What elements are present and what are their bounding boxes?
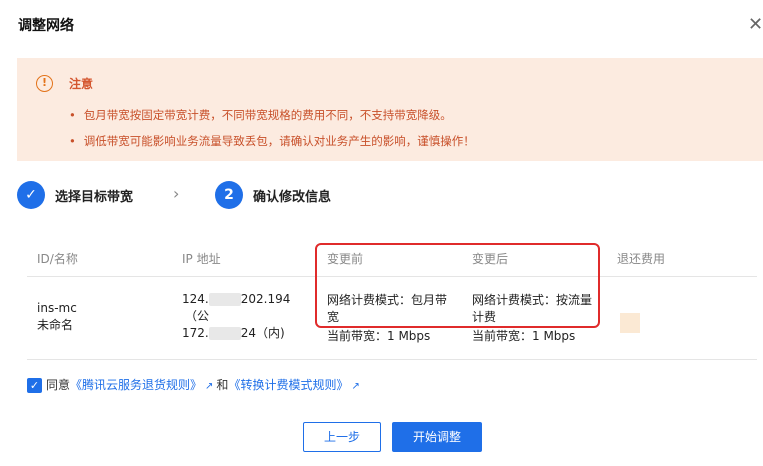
masked-region — [208, 293, 241, 306]
masked-region — [208, 327, 241, 340]
refund-rules-link[interactable]: 《腾讯云服务退货规则》 — [70, 378, 202, 392]
external-link-icon[interactable]: ↗ — [205, 381, 213, 392]
instance-id-cell: ins-mc 未命名 — [37, 300, 77, 334]
public-ip-end: 202.194 — [240, 292, 291, 306]
private-ip: 172. 24（内) — [182, 325, 290, 342]
step-1-check-icon: ✓ — [17, 181, 45, 209]
stepper: ✓ 选择目标带宽 › 2 确认修改信息 — [17, 181, 417, 209]
before-bandwidth: 当前带宽：1 Mbps — [327, 329, 431, 343]
exclamation-circle-icon: ! — [36, 75, 53, 92]
private-ip-end: 24（内) — [240, 326, 285, 340]
header-id-name: ID/名称 — [37, 252, 78, 266]
previous-step-button[interactable]: 上一步 — [303, 422, 381, 452]
public-ip-note: （公 — [185, 309, 210, 323]
header-refund: 退还费用 — [617, 252, 666, 266]
public-ip: 124. 202.194 — [182, 291, 290, 308]
agreement-row: ✓ 同意《腾讯云服务退货规则》 ↗ 和《转换计费模式规则》 ↗ — [27, 376, 363, 393]
step-2-number: 2 — [215, 181, 243, 209]
dialog-title: 调整网络 — [18, 18, 74, 34]
instance-id[interactable]: ins-mc — [37, 300, 77, 317]
after-bandwidth: 当前带宽：1 Mbps — [472, 329, 576, 343]
agree-checkbox[interactable]: ✓ — [27, 378, 42, 393]
notice-item: 调低带宽可能影响业务流量导致丢包，请确认对业务产生的影响，谨慎操作！ — [69, 128, 475, 154]
notice-item: 包月带宽按固定带宽计费，不同带宽规格的费用不同，不支持带宽降级。 — [69, 102, 475, 128]
step-1-label: 选择目标带宽 — [55, 190, 134, 205]
chevron-right-icon: › — [173, 184, 180, 203]
start-adjust-button[interactable]: 开始调整 — [392, 422, 482, 452]
instance-name: 未命名 — [37, 318, 74, 332]
refund-fee-masked — [620, 313, 640, 333]
private-ip-start: 172. — [182, 326, 209, 340]
public-ip-start: 124. — [182, 292, 209, 306]
step-2-label: 确认修改信息 — [253, 190, 332, 205]
ip-cell: 124. 202.194 （公 172. 24（内) — [182, 291, 290, 342]
agree-connector: 和 — [216, 378, 229, 392]
close-icon[interactable]: ✕ — [748, 14, 763, 36]
billing-conversion-rules-link[interactable]: 《转换计费模式规则》 — [228, 378, 348, 392]
agree-prefix: 同意 — [46, 378, 71, 392]
external-link-icon[interactable]: ↗ — [351, 381, 359, 392]
notice-list: 包月带宽按固定带宽计费，不同带宽规格的费用不同，不支持带宽降级。 调低带宽可能影… — [69, 102, 475, 154]
header-ip: IP 地址 — [182, 252, 221, 266]
highlight-box — [315, 243, 600, 328]
notice-title: 注意 — [69, 77, 94, 91]
notice-panel: ! 注意 包月带宽按固定带宽计费，不同带宽规格的费用不同，不支持带宽降级。 调低… — [17, 58, 763, 161]
